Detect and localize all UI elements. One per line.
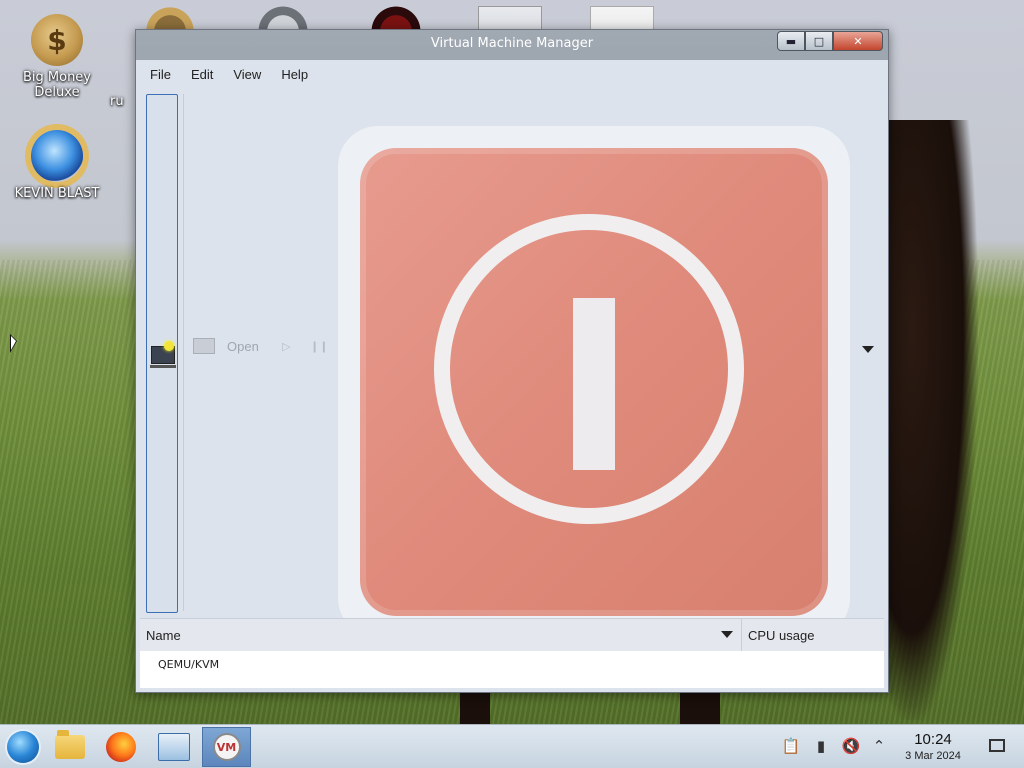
control-panel-icon xyxy=(158,733,190,761)
open-button[interactable]: Open xyxy=(193,338,259,354)
vm-list: QEMU/KVM xyxy=(140,651,884,688)
vm-list-header: Name CPU usage xyxy=(140,618,884,652)
sun-globe-icon xyxy=(31,130,83,182)
pause-icon[interactable]: ❙❙ xyxy=(310,340,328,353)
new-star-icon xyxy=(164,341,174,351)
console-icon xyxy=(193,338,215,354)
maximize-icon: □ xyxy=(813,34,825,48)
toolbar-separator xyxy=(183,94,184,611)
maximize-button[interactable]: □ xyxy=(805,31,833,51)
close-icon: ✕ xyxy=(853,34,863,48)
column-cpu-label: CPU usage xyxy=(748,627,815,643)
clock[interactable]: 10:24 3 Mar 2024 xyxy=(890,731,976,763)
window-controls: ▬ □ ✕ xyxy=(777,31,883,51)
menu-edit[interactable]: Edit xyxy=(181,67,223,82)
menu-bar: File Edit View Help xyxy=(140,60,884,88)
clock-time: 10:24 xyxy=(914,731,952,748)
notifications-icon[interactable] xyxy=(989,739,1005,752)
desktop-icon-label: Big Money xyxy=(22,70,91,85)
close-button[interactable]: ✕ xyxy=(833,31,883,51)
taskbar-firefox[interactable] xyxy=(98,727,144,767)
shutdown-image[interactable] xyxy=(338,126,850,638)
run-icon[interactable]: ▷ xyxy=(282,340,290,353)
clock-date: 3 Mar 2024 xyxy=(905,750,961,762)
minimize-icon: ▬ xyxy=(785,34,797,48)
menu-file[interactable]: File xyxy=(140,67,181,82)
desktop-icon-label: KEVIN BLAST xyxy=(14,186,100,201)
window-titlebar[interactable]: Virtual Machine Manager ▬ □ ✕ xyxy=(136,30,888,60)
virt-manager-window: Virtual Machine Manager ▬ □ ✕ File Edit … xyxy=(135,29,889,693)
battery-icon[interactable]: ▮ xyxy=(812,737,830,755)
horse-legs xyxy=(430,690,790,724)
chevron-up-icon[interactable]: ⌃ xyxy=(870,737,888,755)
toolbar: Open ▷ ❙❙ xyxy=(140,88,884,638)
list-item[interactable]: QEMU/KVM xyxy=(158,658,219,671)
column-name-label: Name xyxy=(146,627,181,643)
desktop-icon-big-money-deluxe[interactable]: $ Big Money Deluxe xyxy=(12,14,102,100)
minimize-button[interactable]: ▬ xyxy=(777,31,805,51)
shutdown-power-icon xyxy=(360,148,828,616)
clipboard-icon[interactable]: 📋 xyxy=(782,737,801,755)
chevron-down-icon[interactable] xyxy=(721,631,733,638)
shutdown-dropdown-icon[interactable] xyxy=(862,346,874,353)
start-orb-icon xyxy=(7,731,39,763)
window-title: Virtual Machine Manager xyxy=(430,36,594,51)
mouse-cursor xyxy=(10,334,17,353)
column-name-header[interactable]: Name xyxy=(140,619,742,651)
menu-view[interactable]: View xyxy=(223,67,271,82)
open-label: Open xyxy=(227,338,259,354)
taskbar: VM 📋 ▮ 🔇 ⌃ 10:24 3 Mar 2024 xyxy=(0,724,1024,768)
new-vm-button[interactable] xyxy=(146,94,178,613)
taskbar-control-panel[interactable] xyxy=(151,727,197,767)
desktop-icon-kevin-blast[interactable]: KEVIN BLAST xyxy=(12,130,102,201)
volume-muted-icon[interactable]: 🔇 xyxy=(842,737,861,755)
start-button[interactable] xyxy=(0,727,46,767)
virt-manager-icon: VM xyxy=(212,733,241,761)
power-bar xyxy=(573,298,615,470)
desktop-icon-label: Deluxe xyxy=(34,85,80,100)
money-bag-icon: $ xyxy=(31,14,83,66)
file-manager-icon xyxy=(55,730,85,759)
taskbar-file-manager[interactable] xyxy=(47,727,93,767)
menu-help[interactable]: Help xyxy=(271,67,318,82)
firefox-icon xyxy=(106,732,136,762)
column-cpu-header[interactable]: CPU usage xyxy=(742,628,814,643)
taskbar-virt-manager[interactable]: VM xyxy=(202,727,251,767)
